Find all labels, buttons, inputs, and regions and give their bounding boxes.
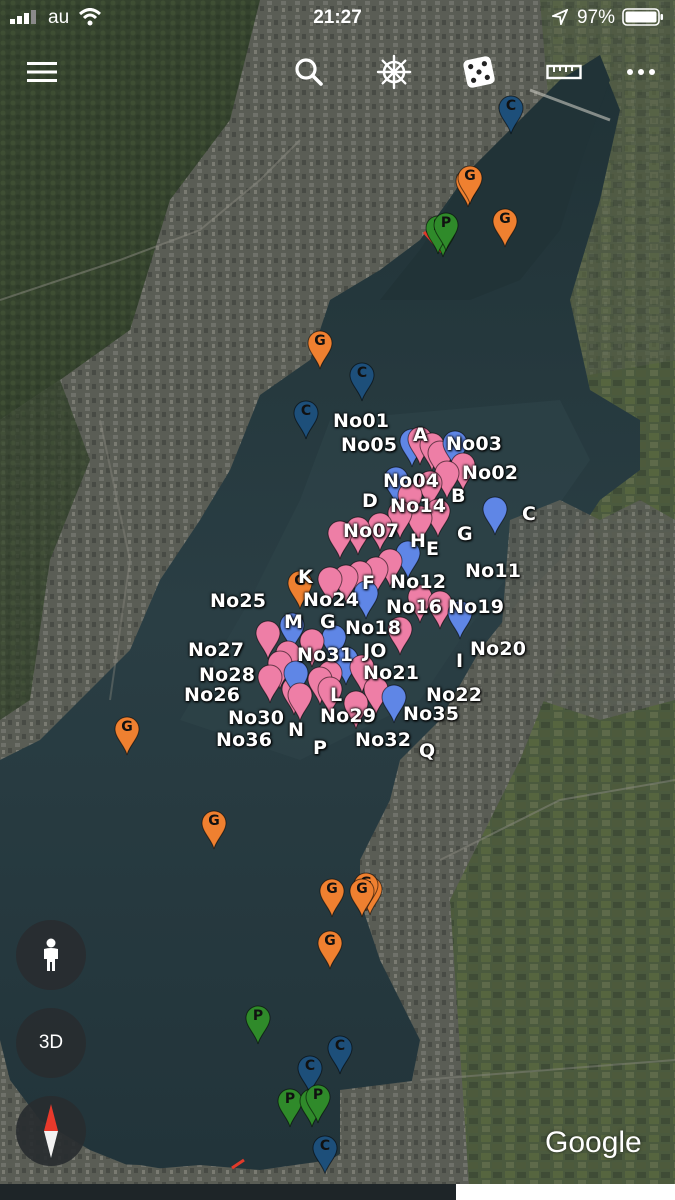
- placemark-pin[interactable]: P: [305, 1084, 331, 1124]
- street-view-button[interactable]: [16, 920, 86, 990]
- placemark-pin[interactable]: [287, 682, 313, 722]
- label-no24[interactable]: No24: [303, 589, 359, 611]
- placemark-pin[interactable]: C: [312, 1135, 338, 1175]
- feeling-lucky-button[interactable]: [455, 48, 503, 96]
- label-g2[interactable]: G: [320, 611, 336, 633]
- label-f[interactable]: F: [362, 572, 375, 594]
- placemark-pin[interactable]: C: [349, 362, 375, 402]
- label-k[interactable]: K: [298, 566, 313, 588]
- label-no25[interactable]: No25: [210, 590, 266, 612]
- google-logo: Google: [545, 1126, 642, 1159]
- label-no27[interactable]: No27: [188, 639, 244, 661]
- measure-button[interactable]: [540, 48, 588, 96]
- label-jo[interactable]: JO: [363, 640, 387, 662]
- label-no01[interactable]: No01: [333, 410, 389, 432]
- label-m[interactable]: M: [284, 611, 303, 633]
- label-e[interactable]: E: [426, 538, 439, 560]
- more-button[interactable]: [617, 48, 665, 96]
- search-icon: [295, 58, 323, 86]
- label-no35[interactable]: No35: [403, 703, 459, 725]
- label-c[interactable]: C: [522, 503, 536, 525]
- label-no32[interactable]: No32: [355, 729, 411, 751]
- label-no14[interactable]: No14: [390, 495, 446, 517]
- battery-percent: 97%: [576, 7, 615, 28]
- placemark-pin[interactable]: G: [201, 810, 227, 850]
- label-h[interactable]: H: [410, 530, 426, 552]
- label-no12[interactable]: No12: [390, 571, 446, 593]
- placemark-pin[interactable]: C: [293, 400, 319, 440]
- label-no31[interactable]: No31: [297, 644, 353, 666]
- placemark-pin[interactable]: G: [114, 716, 140, 756]
- placemark-pin[interactable]: P: [433, 212, 459, 252]
- placemark-pin[interactable]: C: [327, 1035, 353, 1075]
- label-no03[interactable]: No03: [446, 433, 502, 455]
- label-i[interactable]: I: [456, 650, 463, 672]
- label-no26[interactable]: No26: [184, 684, 240, 706]
- label-no20[interactable]: No20: [470, 638, 526, 660]
- label-no11[interactable]: No11: [465, 560, 521, 582]
- label-q[interactable]: Q: [419, 740, 435, 762]
- battery-icon: [622, 8, 663, 26]
- label-p[interactable]: P: [313, 737, 327, 759]
- placemark-pin[interactable]: G: [319, 878, 345, 918]
- label-no19[interactable]: No19: [448, 596, 504, 618]
- pegman-icon: [44, 938, 58, 971]
- dice-icon: [463, 56, 495, 88]
- voyager-button[interactable]: [370, 48, 418, 96]
- label-no07[interactable]: No07: [343, 520, 399, 542]
- clock: 21:27: [313, 7, 362, 28]
- label-no04[interactable]: No04: [383, 470, 439, 492]
- location-arrow-icon: [552, 9, 568, 25]
- label-no21[interactable]: No21: [363, 662, 419, 684]
- satellite-map[interactable]: CGGPPPGGCCGGGGGGGGPCCPPPC No01 No05 A No…: [0, 0, 675, 1200]
- label-no02[interactable]: No02: [462, 462, 518, 484]
- label-no36[interactable]: No36: [216, 729, 272, 751]
- placemark-pin[interactable]: [482, 496, 508, 536]
- compass-icon: [44, 1104, 58, 1158]
- placemark-pin[interactable]: G: [457, 165, 483, 205]
- label-no28[interactable]: No28: [199, 664, 255, 686]
- label-no16[interactable]: No16: [386, 596, 442, 618]
- placemark-pin[interactable]: G: [307, 330, 333, 370]
- label-b[interactable]: B: [451, 485, 466, 507]
- placemark-pin[interactable]: G: [317, 930, 343, 970]
- status-bar: au 21:27 97%: [0, 0, 675, 34]
- compass-button[interactable]: [16, 1096, 86, 1166]
- more-dots-icon: [627, 69, 655, 75]
- label-l[interactable]: L: [330, 684, 342, 706]
- ruler-icon: [546, 64, 582, 80]
- earth-toolbar: [0, 48, 675, 102]
- label-no30[interactable]: No30: [228, 707, 284, 729]
- label-a[interactable]: A: [413, 424, 428, 446]
- label-n[interactable]: N: [288, 719, 304, 741]
- placemark-pin[interactable]: [257, 664, 283, 704]
- ship-wheel-icon: [376, 54, 412, 90]
- label-g[interactable]: G: [457, 523, 473, 545]
- placemark-pin[interactable]: G: [349, 878, 375, 918]
- view-3d-label: 3D: [38, 1032, 64, 1053]
- placemark-pin[interactable]: P: [245, 1005, 271, 1045]
- scale-bar: [456, 1184, 675, 1200]
- label-d[interactable]: D: [362, 490, 378, 512]
- view-3d-button[interactable]: 3D: [16, 1008, 86, 1078]
- placemark-pin[interactable]: G: [492, 208, 518, 248]
- label-no05[interactable]: No05: [341, 434, 397, 456]
- bottom-strip: [0, 1184, 456, 1200]
- label-no18[interactable]: No18: [345, 617, 401, 639]
- hamburger-menu-icon: [27, 62, 57, 82]
- menu-button[interactable]: [18, 48, 66, 96]
- search-button[interactable]: [285, 48, 333, 96]
- label-no29[interactable]: No29: [320, 705, 376, 727]
